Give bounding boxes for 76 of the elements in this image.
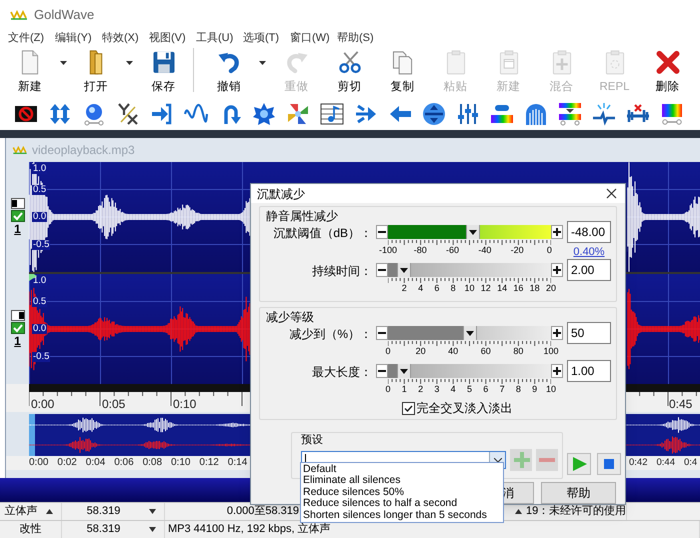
axis-label: 1.0 [32,164,48,174]
tick-label: 0 [386,346,390,356]
time-label: 0:00 [29,457,48,469]
time-label: 0:04 [86,457,106,469]
channel-number: 1 [14,223,21,236]
tick-label: 6 [434,283,440,293]
time-label: 0:06 [114,457,134,469]
group-title: 静音属性减少 [266,209,339,223]
group-title: 减少等级 [266,310,315,324]
tick-label: 10 [464,283,474,293]
axis-label: -0.5 [32,352,50,362]
document-title: videoplayback.mp3 [32,142,135,159]
tick-label: 0 [546,245,552,255]
tick-label: 40 [448,346,458,356]
tick-label: 0 [386,384,390,394]
status-text: 立体声 [4,504,38,520]
tick-label: -20 [510,245,524,255]
tick-label: 4 [418,283,424,293]
field-label: 持续时间： [311,263,372,278]
time-label: 0:42 [629,457,648,469]
tick-label: 16 [513,283,524,293]
tick-label: 3 [434,384,440,394]
time-label: 0:45 [669,396,692,413]
tick-label: 8 [450,283,456,293]
time-label: 0:10 [173,396,196,413]
tick-label: -80 [414,245,427,255]
status-text: 0.000至58.319 [226,504,299,520]
time-label: 0:10 [171,457,190,469]
time-label: 0:4 [684,457,698,469]
tick-label: 20 [416,346,426,356]
field-label: 最大长度： [311,364,372,379]
tick-label: 9 [532,384,538,394]
axis-label: 0.5 [32,296,48,306]
tick-label: 20 [546,283,556,293]
tick-label: 80 [513,346,524,356]
time-label: 0:08 [142,457,162,469]
tick-label: 60 [480,346,491,356]
status-text: MP3 44100 Hz, 192 kbps, 立体声 [168,522,331,538]
field-label: 减少到（%）： [288,326,372,341]
tick-label: 100 [543,346,559,356]
time-label: 0:05 [102,396,126,413]
time-label: 0:00 [31,396,54,413]
axis-label: 0.0 [32,212,48,222]
tick-label: 8 [516,384,521,394]
channel-number: 1 [14,335,21,348]
dialog-title: 沉默减少 [257,186,305,202]
tick-label: 1 [402,384,407,394]
tick-label: -100 [379,245,397,255]
axis-label: 0.5 [32,184,48,194]
axis-label: -0.5 [32,240,50,250]
status-text: 19：未经许可的使用 [526,504,626,520]
time-label: 0:12 [199,457,219,469]
tick-label: 4 [450,384,456,394]
app-title: GoldWave [34,6,94,24]
tick-label: 10 [546,384,556,394]
tick-label: -60 [446,245,460,255]
time-label: 0:14 [228,457,248,469]
tick-label: 18 [530,283,540,293]
tick-label: 5 [467,384,472,394]
tick-label: 6 [483,384,488,394]
tick-label: 7 [500,384,505,394]
axis-label: 0.0 [32,324,48,334]
time-label: 0:44 [656,457,675,469]
tick-label: 2 [418,384,424,394]
tick-label: -40 [478,245,492,255]
field-label: 沉默阈值（dB）： [272,225,372,240]
status-text: 改性 [18,522,42,538]
tick-label: 12 [480,283,491,293]
status-text: 58.319 [86,522,122,538]
tick-label: 2 [402,283,407,293]
status-text: 58.319 [86,504,122,520]
checkbox-label: 完全交叉淡入淡出 [416,400,512,417]
tick-label: 14 [497,283,508,293]
time-label: 0:02 [57,457,77,469]
axis-label: 1.0 [32,276,48,286]
group-title: 预设 [301,434,324,447]
